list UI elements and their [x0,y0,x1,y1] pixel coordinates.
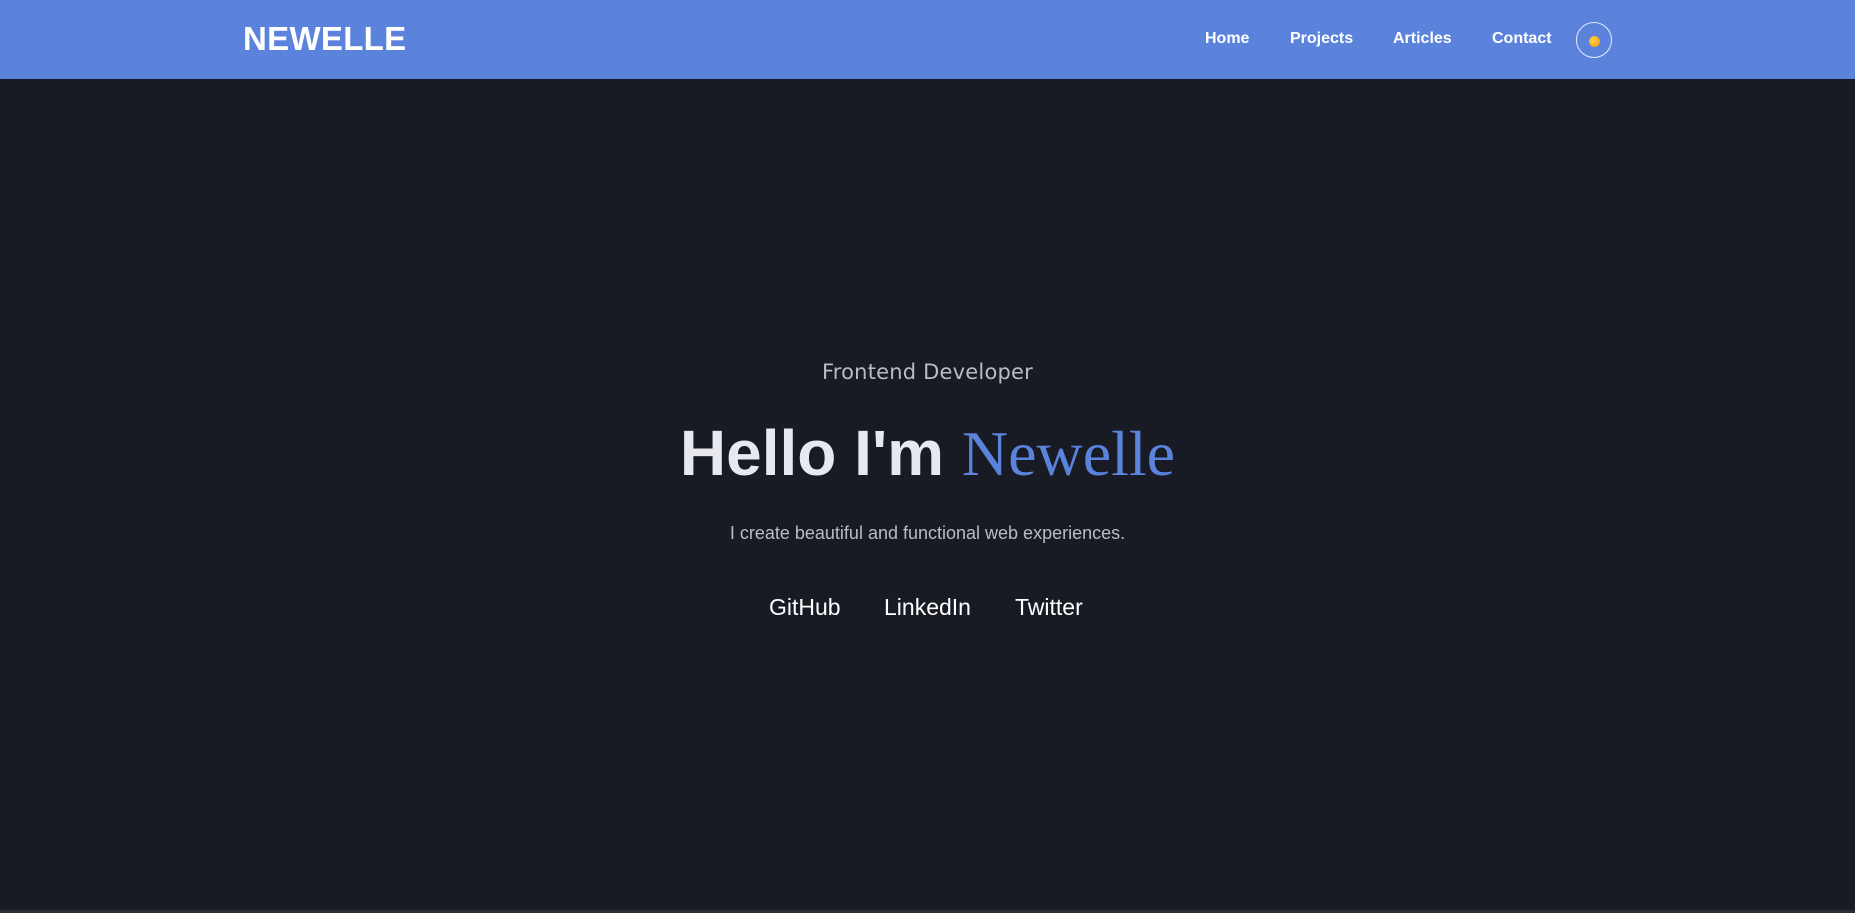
hero-section: Frontend Developer Hello I'm Newelle I c… [0,79,1855,911]
hero-subtitle: Frontend Developer [822,360,1033,384]
hero-greeting: Hello I'm [679,417,945,489]
nav-projects-link[interactable]: Projects [1290,28,1353,50]
nav-home-link[interactable]: Home [1205,28,1249,50]
twitter-link[interactable]: Twitter [1015,592,1083,622]
theme-toggle-button[interactable] [1576,22,1612,58]
site-logo[interactable]: NEWELLE [243,20,406,58]
linkedin-link[interactable]: LinkedIn [884,592,971,622]
nav-contact-link[interactable]: Contact [1492,28,1552,50]
sun-icon [1589,36,1600,47]
nav-articles-link[interactable]: Articles [1393,28,1452,50]
github-link[interactable]: GitHub [769,592,841,622]
navbar: NEWELLE Home Projects Articles Contact [0,0,1855,79]
hero-name: Newelle [961,418,1176,489]
hero-title: Hello I'm Newelle [0,413,1855,494]
social-links: GitHub LinkedIn Twitter [0,592,1855,622]
hero-tagline: I create beautiful and functional web ex… [729,523,1126,543]
